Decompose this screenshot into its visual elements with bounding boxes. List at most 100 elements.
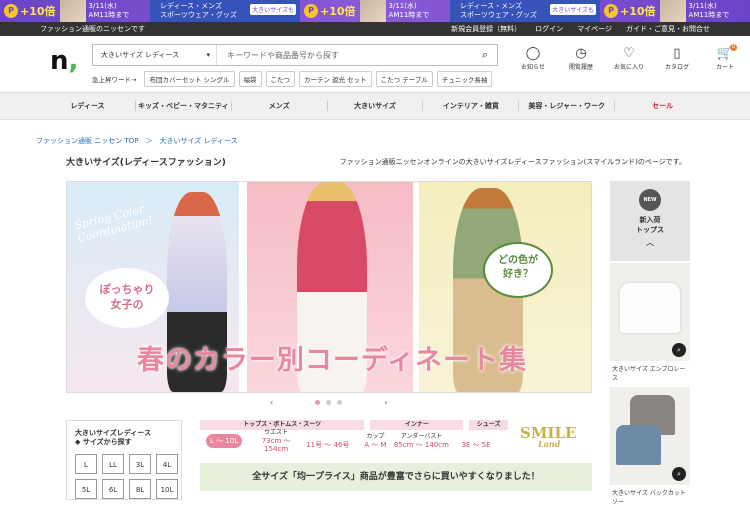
zoom-icon[interactable]: ⌕	[672, 467, 686, 481]
trending-tag[interactable]: チュニック長袖	[436, 71, 493, 87]
product-card[interactable]: ⌕	[610, 263, 690, 361]
cart-label: カート	[715, 64, 734, 71]
promo-date: 3/11(水) AM11時まで	[88, 2, 130, 19]
size-option[interactable]: 3L	[129, 454, 151, 474]
nav-item-ladies[interactable]: レディース	[40, 101, 135, 111]
point-icon: P	[604, 4, 618, 18]
uniform-price-banner[interactable]: 全サイズ「均一プライス」商品が豊富でさらに買いやすくなりました！	[200, 463, 592, 491]
promo-photo	[359, 0, 386, 22]
hero-bubble-right: どの色が 好き？	[483, 242, 553, 298]
new-badge: NEW	[639, 189, 661, 211]
search-input[interactable]	[217, 45, 473, 65]
hero-bubble-left: ぽっちゃり 女子の	[85, 268, 169, 328]
hero-banner[interactable]: Spring Color Coordination! ぽっちゃり 女子の どの色…	[66, 181, 592, 393]
favorite-button[interactable]: ♡ お気に入り	[611, 46, 647, 71]
size-option[interactable]: 6L	[102, 479, 124, 499]
cart-icon: 🛒	[716, 46, 734, 61]
nav-item-beauty[interactable]: 美容・レジャー・ワーク	[518, 101, 614, 111]
breadcrumb[interactable]: ファッション通販 ニッセン TOP ＞ 大きいサイズ レディース	[36, 136, 238, 146]
notice-label: お知らせ	[521, 64, 545, 71]
trending-tag[interactable]: 布団カバーセット シングル	[144, 71, 235, 87]
carousel-dot[interactable]	[326, 400, 332, 405]
product-name[interactable]: 大きいサイズ エンブロレース	[610, 361, 690, 385]
history-button[interactable]: ◷ 閲覧履歴	[563, 46, 599, 71]
header-icons: ◯ お知らせ ◷ 閲覧履歴 ♡ お気に入り ▯ カタログ 🛒 0 カート	[515, 44, 743, 71]
size-option[interactable]: L	[75, 454, 97, 474]
trending-words: 急上昇ワード→ 布団カバーセット シングル 福袋 こたつ カーテン 遮光 セット…	[92, 71, 493, 87]
carousel-next-icon[interactable]: ›	[384, 398, 387, 407]
catalog-button[interactable]: ▯ カタログ	[659, 46, 695, 71]
size-range-chart: トップス・ボトムス・スーツ インナー シューズ L 〜 10L ウエスト 73c…	[200, 420, 508, 453]
size-options: L LL 3L 4L 5L 6L 8L 10L	[75, 454, 178, 499]
trending-tag[interactable]: 福袋	[238, 71, 262, 87]
cup-label: カップ	[366, 433, 385, 440]
trending-tag[interactable]: こたつ テーブル	[375, 71, 433, 87]
site-header: n, 大きいサイズ レディース ▾ ⌕ 急上昇ワード→ 布団カバーセット シング…	[0, 36, 750, 92]
site-logo[interactable]: n,	[50, 46, 78, 76]
trending-tag[interactable]: カーテン 遮光 セット	[299, 71, 372, 87]
size-header-shoes: シューズ	[469, 420, 508, 430]
promo-pct: +10倍	[620, 5, 656, 18]
search-icon[interactable]: ⌕	[473, 48, 497, 62]
product-card[interactable]: ⌕	[610, 387, 690, 485]
page-title: 大きいサイズ(レディースファッション)	[66, 158, 226, 168]
size-option[interactable]: 4L	[156, 454, 178, 474]
nav-item-large-size[interactable]: 大きいサイズ	[326, 101, 423, 111]
dress-size-value: 11号 〜 46号	[306, 441, 350, 449]
carousel-dot[interactable]	[315, 400, 321, 405]
size-option[interactable]: 8L	[129, 479, 151, 499]
carousel-dot[interactable]	[337, 400, 343, 405]
trending-tag[interactable]: こたつ	[265, 71, 296, 87]
product-image	[620, 283, 680, 333]
nav-item-mens[interactable]: メンズ	[230, 101, 327, 111]
promo-title: レディース・メンズ スポーツウェア・グッズ	[460, 2, 537, 19]
guide-link[interactable]: ガイド・ご意見・お問合せ	[626, 24, 710, 34]
page-header: 大きいサイズ(レディースファッション) ファッション通販ニッセンオンラインの大き…	[66, 155, 686, 168]
carousel-pager: ‹ ›	[270, 398, 387, 407]
mypage-link[interactable]: マイページ	[577, 24, 612, 34]
search-category-select[interactable]: 大きいサイズ レディース ▾	[93, 45, 217, 65]
size-finder-title: 大きいサイズレディース ◆ サイズから探す	[75, 429, 151, 446]
promo-photo	[659, 0, 686, 22]
scroll-up-icon[interactable]: ︿	[610, 237, 690, 248]
promo-date: 3/11(水) AM11時まで	[688, 2, 730, 19]
hero-title: 春のカラー別コーディネート集	[136, 345, 528, 376]
category-nav: レディース キッズ・ベビー・マタニティ メンズ 大きいサイズ インテリア・雑貨 …	[0, 92, 750, 120]
waist-label: ウエスト	[264, 429, 289, 436]
promo-unit[interactable]: P +10倍 3/11(水) AM11時まで	[600, 0, 750, 22]
promo-banner-strip[interactable]: P +10倍 3/11(水) AM11時まで レディース・メンズ スポーツウェア…	[0, 0, 750, 22]
promo-photo	[59, 0, 86, 22]
search-category-label: 大きいサイズ レディース	[101, 51, 180, 59]
promo-unit[interactable]: レディース・メンズ スポーツウェア・グッズ 大きいサイズも	[450, 0, 600, 22]
point-icon: P	[304, 4, 318, 18]
history-label: 閲覧履歴	[568, 64, 593, 71]
zoom-icon[interactable]: ⌕	[672, 343, 686, 357]
promo-unit[interactable]: P +10倍 3/11(水) AM11時まで	[300, 0, 450, 22]
carousel-prev-icon[interactable]: ‹	[270, 398, 273, 407]
promo-unit[interactable]: レディース・メンズ スポーツウェア・グッズ 大きいサイズも	[150, 0, 300, 22]
size-finder: 大きいサイズレディース ◆ サイズから探す L LL 3L 4L 5L 6L 8…	[66, 420, 182, 500]
notice-button[interactable]: ◯ お知らせ	[515, 46, 551, 71]
cart-button[interactable]: 🛒 0 カート	[707, 44, 743, 71]
page-description: ファッション通販ニッセンオンラインの大きいサイズレディースファッション(スマイル…	[339, 158, 686, 166]
product-image	[616, 425, 661, 465]
cart-count-badge: 0	[730, 44, 737, 51]
smile-land-logo[interactable]: SMILE Land	[520, 424, 576, 449]
promo-unit[interactable]: P +10倍 3/11(水) AM11時まで	[0, 0, 150, 22]
nav-item-sale[interactable]: セール	[614, 101, 710, 111]
nav-item-kids[interactable]: キッズ・ベビー・マタニティ	[134, 101, 231, 111]
favorite-icon: ♡	[623, 46, 635, 61]
underbust-value: 85cm 〜 140cm	[393, 441, 449, 449]
nav-item-interior[interactable]: インテリア・雑貨	[422, 101, 518, 111]
account-links: 新規会員登録（無料） ログイン マイページ ガイド・ご意見・お問合せ	[451, 24, 710, 34]
size-option[interactable]: LL	[102, 454, 124, 474]
shoes-value: 3E 〜 5E	[461, 441, 491, 449]
size-option[interactable]: 5L	[75, 479, 97, 499]
size-option[interactable]: 10L	[156, 479, 178, 499]
notice-icon: ◯	[525, 46, 541, 61]
login-link[interactable]: ログイン	[535, 24, 563, 34]
promo-badge: 大きいサイズも	[250, 4, 296, 15]
promo-pct: +10倍	[20, 5, 56, 18]
register-link[interactable]: 新規会員登録（無料）	[451, 24, 521, 34]
product-name[interactable]: 大きいサイズ バックカットソー	[610, 485, 690, 509]
